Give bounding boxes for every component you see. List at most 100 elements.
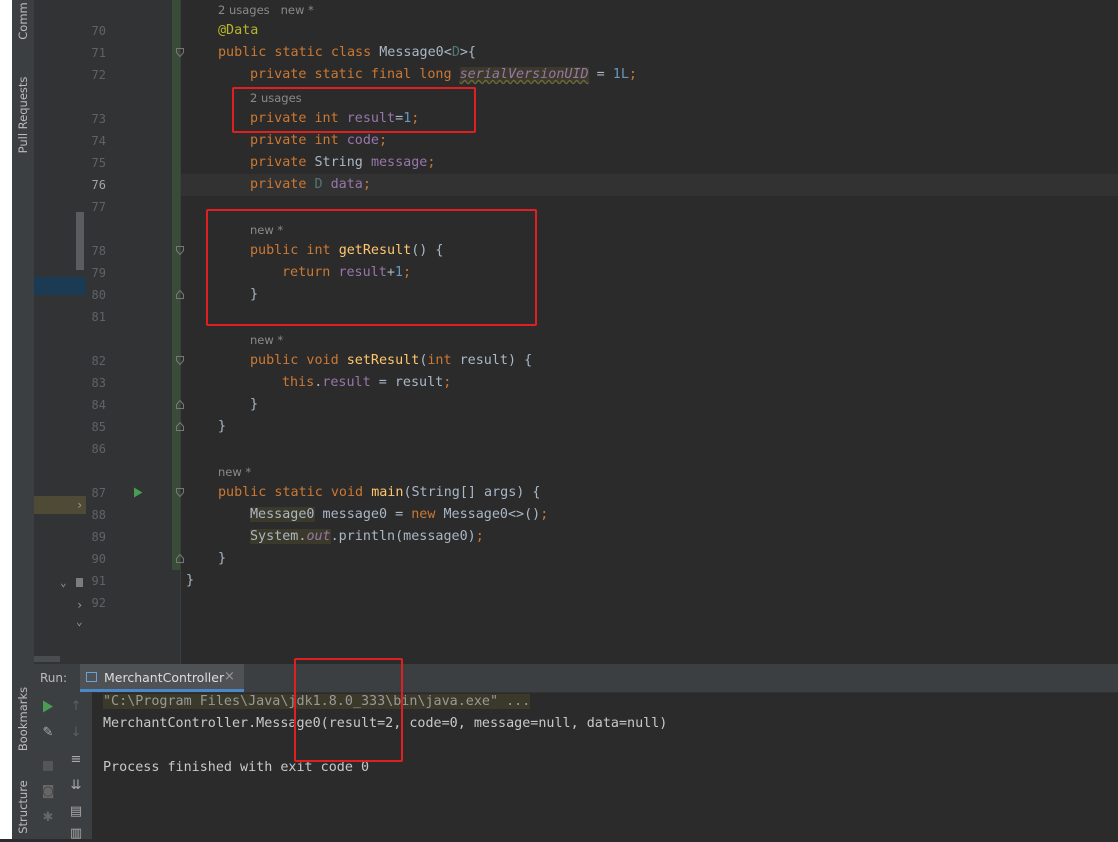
soft-wrap-icon[interactable]: ≡ [68,752,84,768]
commit-tool-button[interactable]: Comm [16,2,30,39]
line-number: 90 [91,552,106,566]
assignment: = result [370,375,444,390]
chevron-down-icon[interactable]: ⌄ [60,576,67,589]
settings-icon[interactable]: ✱ [40,810,56,826]
tab-label: MerchantController [104,670,225,685]
punctuation: ; [443,375,452,390]
author-hint[interactable]: new * [250,333,283,347]
punctuation: ; [628,67,637,82]
brace: } [250,397,259,412]
line-number: 87 [91,486,106,500]
commit-label: Comm [16,2,30,40]
selection-marker [34,277,86,295]
field-name: message [370,155,428,170]
field-name: serialVersionUID [459,67,589,82]
line-number: 83 [91,376,106,390]
line-number: 73 [91,112,106,126]
line-number: 84 [91,398,106,412]
line-number: 74 [91,134,106,148]
class-name: Message0 [250,507,315,522]
code-line: } [250,394,258,416]
structure-tool-button[interactable]: Structure [16,780,30,834]
brace: } [218,419,227,434]
vcs-change-marker [172,0,180,570]
fold-end-icon[interactable] [176,290,184,299]
line-number: 70 [91,24,106,38]
line-number: 72 [91,68,106,82]
field-name: code [346,133,379,148]
keyword: int [427,353,460,368]
highlight-box [206,209,537,326]
line-number: 76 [91,178,106,192]
highlight-box [294,658,403,762]
fold-icon[interactable] [176,48,184,57]
arrow-down-icon[interactable]: ↓ [68,725,84,741]
horizontal-scroll-thumb[interactable] [34,656,60,662]
annotation: @Data [218,23,259,38]
chevron-right-icon[interactable]: › [76,498,83,512]
punctuation: ; [362,177,371,192]
scroll-thumb[interactable] [76,212,84,270]
class-name: System. [250,529,307,544]
method-name: setResult [346,353,420,368]
keyword: private [250,155,315,170]
camera-icon[interactable]: ◙ [40,784,56,800]
line-number: 91 [91,574,106,588]
code-line: @Data [218,20,258,42]
close-icon[interactable]: × [224,669,235,684]
line-number: 85 [91,420,106,434]
keyword: this [282,375,315,390]
pull-requests-tool-button[interactable]: Pull Requests [16,77,30,154]
rerun-icon[interactable] [42,700,54,713]
type-param: D [314,177,331,192]
code-line: public void setResult(int result) { [250,350,532,372]
method-name: main [371,485,404,500]
trash-icon[interactable]: ▥ [68,826,84,842]
code-line: } [218,416,226,438]
fold-end-icon[interactable] [176,422,184,431]
arrow-up-icon[interactable]: ↑ [68,699,84,715]
chevron-right-icon[interactable]: › [76,598,83,612]
code-line: public static void main(String[] args) { [218,482,541,504]
field-name: data [330,177,363,192]
fold-end-icon[interactable] [176,554,184,563]
stop-icon[interactable] [43,761,53,771]
fold-icon[interactable] [176,488,184,497]
line-number: 78 [91,244,106,258]
method-call: .println(message0) [330,529,476,544]
print-icon[interactable]: ▤ [68,804,84,820]
punctuation: ; [540,507,549,522]
scroll-to-end-icon[interactable]: ⇊ [68,778,84,794]
keyword: new [411,507,444,522]
punctuation: ; [379,133,388,148]
keyword: private static final long [250,67,460,82]
tab-merchantcontroller[interactable]: MerchantController × [80,664,244,692]
editor-side-panel: › ⌄ › ⌄ [34,0,86,664]
line-number: 88 [91,508,106,522]
usages-hint[interactable]: 2 usages new * [218,3,314,17]
bookmarks-label: Bookmarks [16,686,30,752]
keyword: public static class [218,45,380,60]
author-hint[interactable]: new * [218,465,251,479]
fold-icon[interactable] [176,246,184,255]
chevron-down-icon[interactable]: ⌄ [76,615,83,628]
class-name: String [314,155,371,170]
fold-end-icon[interactable] [176,400,184,409]
code-line: Message0 message0 = new Message0<>(); [250,504,548,526]
wrench-icon[interactable]: ✎ [40,725,56,741]
code-line: } [218,548,226,570]
run-main-icon[interactable] [133,487,143,498]
brace: } [218,551,227,566]
static-field: out [306,529,331,544]
code-line: private int code; [250,130,387,152]
punctuation: < [443,45,452,60]
fold-icon[interactable] [176,356,184,365]
number: 1L [612,67,629,82]
run-panel-header: Run: MerchantController × [34,664,1118,693]
line-number: 89 [91,530,106,544]
line-number: 81 [91,310,106,324]
bookmarks-tool-button[interactable]: Bookmarks [16,687,30,751]
file-icon [76,578,83,587]
brace: } [186,573,195,588]
operator: = [588,67,613,82]
